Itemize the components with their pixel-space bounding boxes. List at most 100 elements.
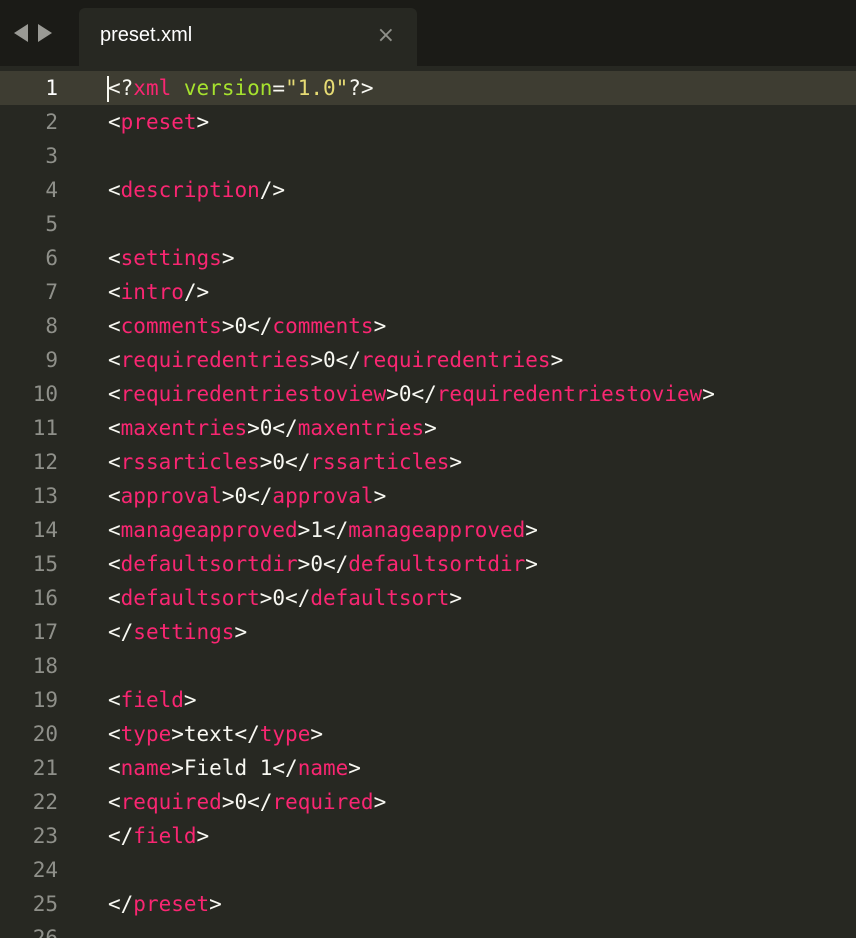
token-tag-name: manageapproved (120, 518, 298, 542)
code-line[interactable]: 10 <requiredentriestoview>0</requiredentr… (0, 377, 856, 411)
code-line[interactable]: 23 </field> (0, 819, 856, 853)
token-text-content: 0 (234, 314, 248, 338)
token-punctuation: < (108, 586, 121, 610)
token-text-content: Field 1 (183, 756, 273, 780)
token-punctuation: </ (285, 450, 311, 474)
token-tag-name: comments (120, 314, 222, 338)
line-number: 13 (32, 484, 58, 508)
token-punctuation: </ (108, 892, 134, 916)
token-tag-name: defaultsort (120, 586, 260, 610)
token-punctuation: < (108, 450, 121, 474)
line-code: <manageapproved>1</manageapproved> (108, 513, 538, 547)
token-punctuation: > (171, 722, 184, 746)
token-punctuation: > (310, 348, 323, 372)
token-tag-name: type (259, 722, 311, 746)
line-number: 25 (32, 892, 58, 916)
line-code: <field> (108, 683, 197, 717)
token-tag-name: manageapproved (348, 518, 526, 542)
line-code: <requiredentriestoview>0</requiredentrie… (108, 377, 715, 411)
token-punctuation: > (234, 620, 248, 644)
token-punctuation: > (449, 450, 463, 474)
code-line[interactable]: 26 (0, 921, 856, 938)
token-punctuation: > (196, 824, 210, 848)
code-line[interactable]: 2 <preset> (0, 105, 856, 139)
token-tag-name: approval (120, 484, 222, 508)
token-text-content: 0 (398, 382, 412, 406)
code-line[interactable]: 6 <settings> (0, 241, 856, 275)
line-number: 22 (32, 790, 58, 814)
token-punctuation: </ (247, 790, 273, 814)
token-text-content: 0 (234, 790, 248, 814)
code-line[interactable]: 22 <required>0</required> (0, 785, 856, 819)
line-code: <?xml version="1.0"?> (108, 71, 374, 105)
code-line[interactable]: 15 <defaultsortdir>0</defaultsortdir> (0, 547, 856, 581)
line-code: <type>text</type> (108, 717, 323, 751)
token-tag-name: field (133, 824, 197, 848)
token-punctuation: > (196, 110, 210, 134)
code-line[interactable]: 1 <?xml version="1.0"?> (0, 71, 856, 105)
line-number: 11 (32, 416, 58, 440)
close-icon[interactable]: × (377, 22, 395, 50)
token-punctuation: </ (247, 484, 273, 508)
code-line[interactable]: 5 (0, 207, 856, 241)
line-number: 5 (45, 212, 58, 236)
code-line[interactable]: 12 <rssarticles>0</rssarticles> (0, 445, 856, 479)
token-punctuation: </ (272, 756, 298, 780)
line-number: 20 (32, 722, 58, 746)
code-line[interactable]: 25 </preset> (0, 887, 856, 921)
token-punctuation: < (108, 382, 121, 406)
line-code: <required>0</required> (108, 785, 386, 819)
token-text-content: 1 (310, 518, 323, 542)
token-punctuation: > (259, 586, 273, 610)
tab-preset-xml[interactable]: preset.xml × (79, 8, 417, 66)
token-attribute-value: "1.0" (285, 76, 349, 100)
code-line[interactable]: 13 <approval>0</approval> (0, 479, 856, 513)
line-number: 23 (32, 824, 58, 848)
line-code: <maxentries>0</maxentries> (108, 411, 437, 445)
token-tag-name: settings (120, 246, 222, 270)
triangle-right-icon[interactable] (38, 24, 52, 42)
token-punctuation: </ (335, 348, 361, 372)
code-line[interactable]: 24 (0, 853, 856, 887)
line-number: 24 (32, 858, 58, 882)
token-tag-name: defaultsortdir (120, 552, 298, 576)
token-punctuation: > (297, 518, 311, 542)
code-line[interactable]: 3 (0, 139, 856, 173)
code-editor[interactable]: 1 <?xml version="1.0"?> 2 <preset> 3 4 <descri… (0, 71, 856, 938)
line-number: 19 (32, 688, 58, 712)
code-line[interactable]: 14 <manageapproved>1</manageapproved> (0, 513, 856, 547)
token-text-content: 0 (310, 552, 323, 576)
token-tag-name: maxentries (297, 416, 425, 440)
line-number: 10 (32, 382, 58, 406)
code-line[interactable]: 7 <intro/> (0, 275, 856, 309)
code-line[interactable]: 19 <field> (0, 683, 856, 717)
code-line[interactable]: 9 <requiredentries>0</requiredentries> (0, 343, 856, 377)
code-line[interactable]: 17 </settings> (0, 615, 856, 649)
token-punctuation: > (171, 756, 184, 780)
code-line[interactable]: 4 <description/> (0, 173, 856, 207)
triangle-left-icon[interactable] (14, 24, 28, 42)
code-line[interactable]: 18 (0, 649, 856, 683)
line-code: <comments>0</comments> (108, 309, 386, 343)
token-punctuation: ?> (348, 76, 374, 100)
code-line[interactable]: 20 <type>text</type> (0, 717, 856, 751)
token-punctuation: > (525, 518, 538, 542)
token-punctuation: > (373, 484, 387, 508)
code-line[interactable]: 21 <name>Field 1</name> (0, 751, 856, 785)
line-code: <defaultsortdir>0</defaultsortdir> (108, 547, 538, 581)
line-number: 21 (32, 756, 58, 780)
line-code: <preset> (108, 105, 209, 139)
token-tag-name: preset (133, 892, 210, 916)
code-line[interactable]: 8 <comments>0</comments> (0, 309, 856, 343)
token-punctuation: > (221, 314, 235, 338)
token-punctuation: </ (322, 518, 349, 542)
line-number: 7 (45, 280, 58, 304)
token-punctuation: > (310, 722, 323, 746)
token-tag-name: intro (120, 280, 184, 304)
token-punctuation: < (108, 314, 121, 338)
token-tag-name: name (120, 756, 172, 780)
code-line[interactable]: 11 <maxentries>0</maxentries> (0, 411, 856, 445)
line-code: <defaultsort>0</defaultsort> (108, 581, 462, 615)
code-line[interactable]: 16 <defaultsort>0</defaultsort> (0, 581, 856, 615)
line-number: 18 (32, 654, 58, 678)
